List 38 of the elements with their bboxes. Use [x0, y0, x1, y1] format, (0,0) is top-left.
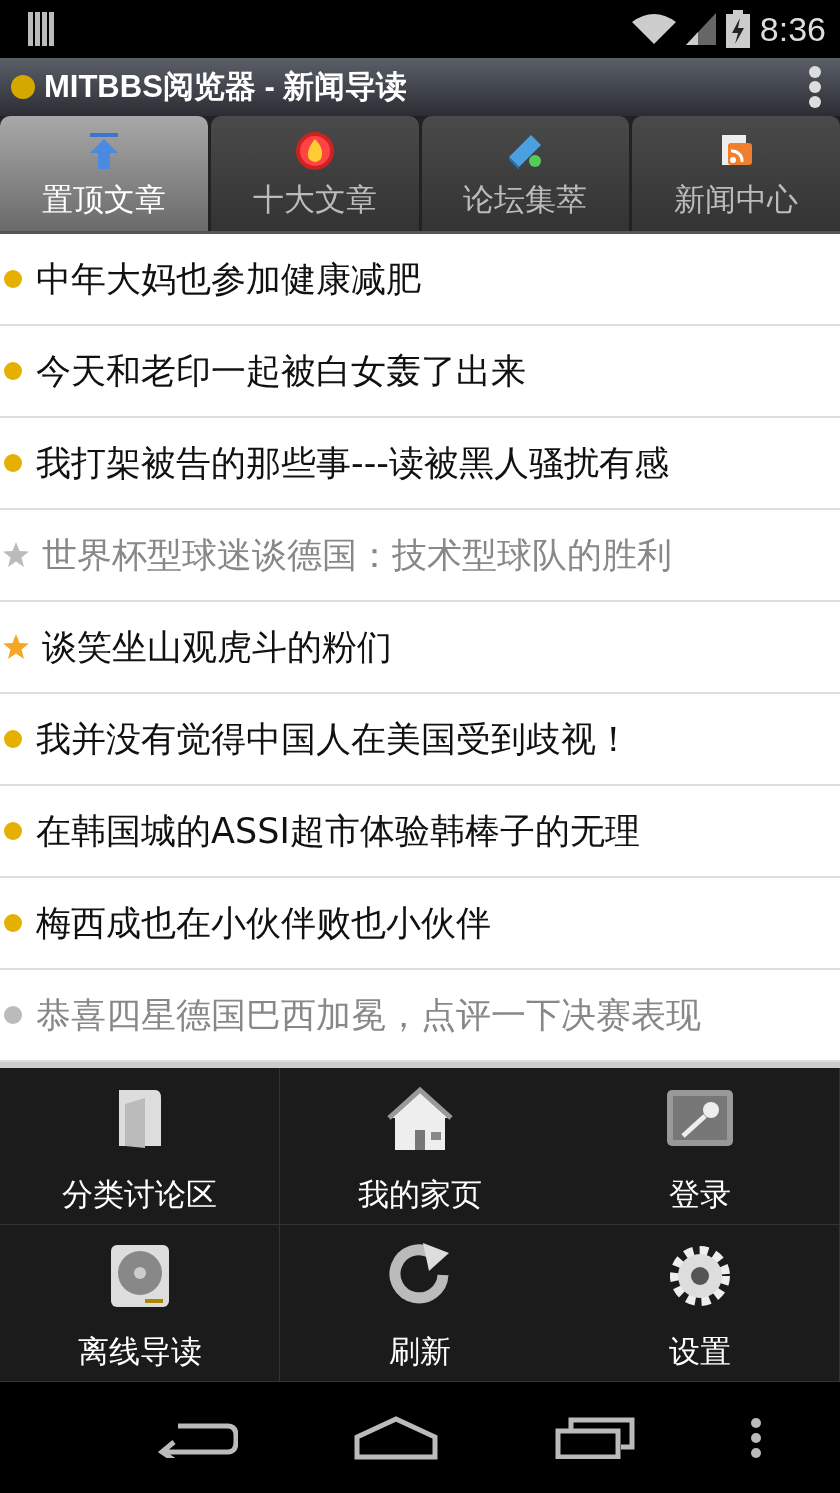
article-title: 世界杯型球迷谈德国：技术型球队的胜利	[42, 533, 672, 577]
tab[interactable]: 十大文章	[210, 116, 419, 231]
article-title: 我打架被告的那些事---读被黑人骚扰有感	[36, 441, 669, 485]
menu-item[interactable]: 分类讨论区	[0, 1068, 280, 1225]
article-title: 谈笑坐山观虎斗的粉们	[42, 625, 392, 669]
article-title: 在韩国城的ASSI超市体验韩棒子的无理	[36, 809, 640, 853]
tab[interactable]: 论坛集萃	[421, 116, 630, 231]
article-row[interactable]: 我打架被告的那些事---读被黑人骚扰有感	[0, 418, 840, 510]
article-title: 恭喜四星德国巴西加冕，点评一下决赛表现	[36, 993, 701, 1037]
article-row[interactable]: 今天和老印一起被白女轰了出来	[0, 326, 840, 418]
notification-icon	[28, 12, 56, 46]
article-title: 我并没有觉得中国人在美国受到歧视！	[36, 717, 631, 761]
menu-item[interactable]: 登录	[560, 1068, 840, 1225]
article-title: 今天和老印一起被白女轰了出来	[36, 349, 526, 393]
menu-item[interactable]: 离线导读	[0, 1225, 280, 1382]
clock-time: 8:36	[759, 9, 826, 49]
article-row[interactable]: 中年大妈也参加健康减肥	[0, 234, 840, 326]
article-title: 梅西成也在小伙伴败也小伙伴	[36, 901, 491, 945]
app-logo-icon	[10, 74, 36, 100]
window-title: MITBBS阅览器 - 新闻导读	[44, 68, 409, 106]
recent-apps-icon[interactable]	[554, 1416, 635, 1459]
article-row[interactable]: 世界杯型球迷谈德国：技术型球队的胜利	[0, 510, 840, 602]
fire-icon	[294, 131, 335, 171]
overflow-menu-icon[interactable]	[808, 66, 822, 108]
menu-item[interactable]: 我的家页	[280, 1068, 560, 1225]
article-row[interactable]: 我并没有觉得中国人在美国受到歧视！	[0, 694, 840, 786]
wifi-icon	[631, 14, 676, 44]
article-title: 中年大妈也参加健康减肥	[36, 257, 421, 301]
tab[interactable]: 新闻中心	[632, 116, 840, 231]
battery-icon	[725, 10, 750, 48]
article-row[interactable]: 梅西成也在小伙伴败也小伙伴	[0, 878, 840, 970]
overflow-menu-icon[interactable]	[750, 1417, 763, 1458]
home-icon[interactable]	[353, 1414, 440, 1461]
menu-item[interactable]: 设置	[560, 1225, 840, 1382]
article-row[interactable]: 在韩国城的ASSI超市体验韩棒子的无理	[0, 786, 840, 878]
tab[interactable]: 置顶文章	[0, 116, 208, 231]
article-row[interactable]: 谈笑坐山观虎斗的粉们	[0, 602, 840, 694]
signal-icon	[685, 13, 716, 45]
